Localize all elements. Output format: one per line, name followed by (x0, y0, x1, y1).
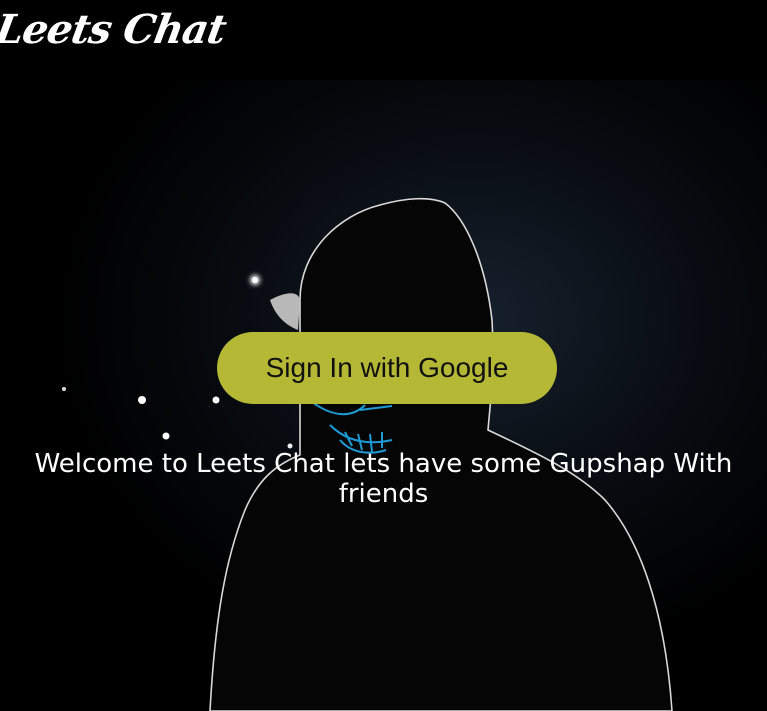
google-signin-button[interactable]: Sign In with Google (217, 332, 557, 404)
landing-page: Leets Chat Sign In with Google Welcome t… (0, 0, 767, 711)
welcome-message: Welcome to Leets Chat lets have some Gup… (34, 449, 733, 509)
app-logo: Leets Chat (0, 6, 230, 53)
